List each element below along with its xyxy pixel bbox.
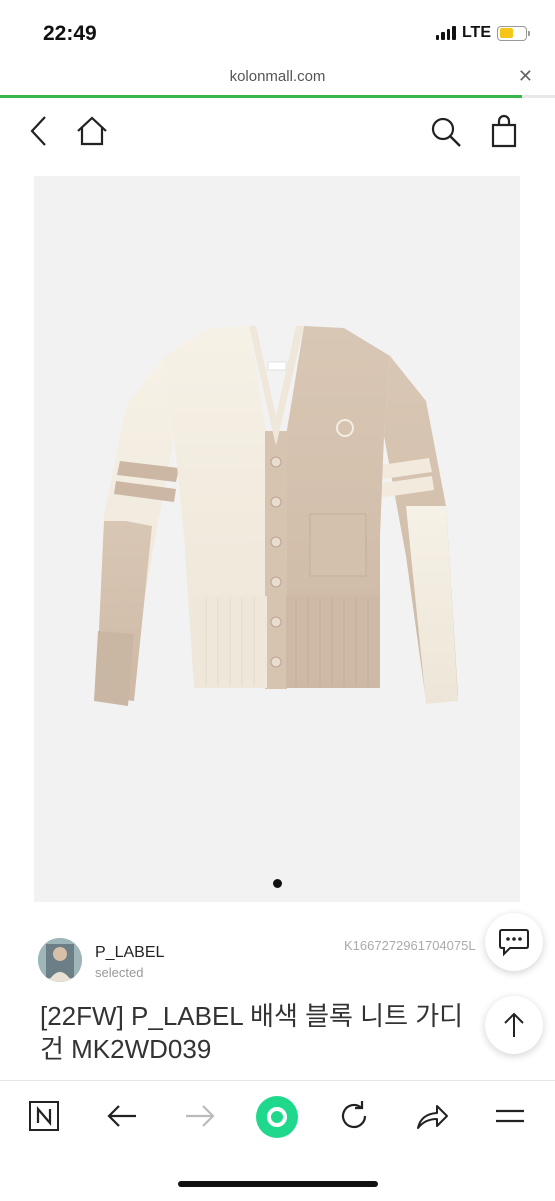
home-indicator bbox=[178, 1181, 378, 1187]
product-code: K1667272961704075L bbox=[344, 938, 476, 953]
naver-n-icon[interactable] bbox=[22, 1096, 66, 1136]
shopping-bag-icon[interactable] bbox=[488, 112, 520, 150]
menu-icon[interactable] bbox=[488, 1096, 532, 1136]
url-text[interactable]: kolonmall.com bbox=[0, 68, 555, 85]
battery-icon bbox=[497, 25, 530, 41]
share-icon[interactable] bbox=[410, 1096, 454, 1136]
seller-name[interactable]: P_LABEL bbox=[95, 944, 164, 962]
page-load-progress-fill bbox=[0, 95, 522, 98]
refresh-icon[interactable] bbox=[332, 1096, 376, 1136]
product-title: [22FW] P_LABEL 배색 블록 니트 가디건 MK2WD039 bbox=[40, 1001, 464, 1064]
home-icon[interactable] bbox=[72, 112, 112, 150]
gallery-page-dot[interactable] bbox=[273, 879, 282, 888]
status-time: 22:49 bbox=[43, 22, 97, 45]
arrow-left-icon[interactable] bbox=[100, 1096, 144, 1136]
signal-icon bbox=[435, 26, 456, 40]
network-label: LTE bbox=[461, 24, 491, 41]
avatar[interactable] bbox=[38, 938, 82, 982]
chat-button[interactable] bbox=[485, 913, 543, 971]
seller-subtitle: selected bbox=[95, 965, 144, 980]
chat-bubble-icon bbox=[499, 929, 529, 957]
arrow-up-icon bbox=[504, 1012, 524, 1037]
close-icon[interactable]: ✕ bbox=[518, 66, 533, 87]
scroll-top-button[interactable] bbox=[485, 996, 543, 1054]
search-icon[interactable] bbox=[428, 114, 464, 150]
green-home-icon[interactable] bbox=[254, 1094, 300, 1140]
status-indicators: LTE bbox=[435, 24, 530, 42]
arrow-right-icon bbox=[178, 1096, 222, 1136]
product-image[interactable] bbox=[34, 176, 520, 902]
chevron-left-icon[interactable] bbox=[22, 112, 56, 150]
